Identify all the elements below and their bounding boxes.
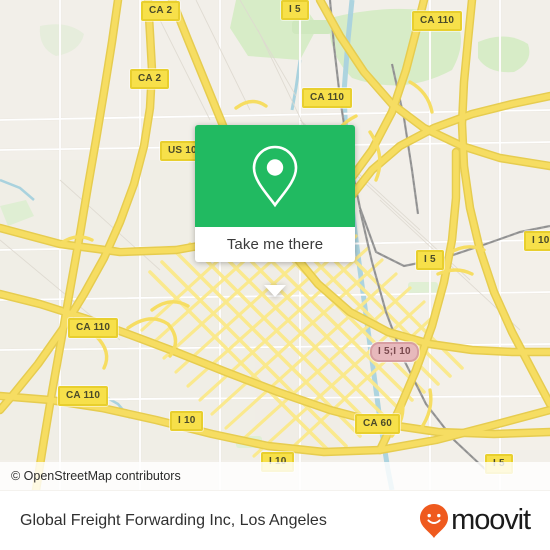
moovit-location-map-screen: .mw{stroke:#f6dd62;stroke-linecap:round;… bbox=[0, 0, 550, 550]
highway-shield: CA 110 bbox=[412, 11, 463, 31]
osm-attribution-text: © OpenStreetMap contributors bbox=[11, 469, 181, 483]
take-me-there-label: Take me there bbox=[226, 236, 324, 253]
highway-shield: I 10 bbox=[524, 231, 550, 251]
highway-shield: I 10 bbox=[170, 411, 204, 431]
footer-bar: Global Freight Forwarding Inc, Los Angel… bbox=[0, 490, 550, 550]
map-pin-icon bbox=[252, 145, 298, 208]
highway-shield: CA 60 bbox=[355, 414, 400, 434]
take-me-there-button[interactable]: Take me there bbox=[195, 227, 355, 262]
moovit-wordmark: moovit bbox=[451, 504, 531, 536]
place-title: Global Freight Forwarding Inc, Los Angel… bbox=[20, 511, 327, 529]
callout-pointer-tail bbox=[264, 285, 286, 297]
callout-pin-panel bbox=[195, 125, 355, 227]
moovit-pin-smile-icon bbox=[420, 503, 449, 538]
moovit-logo[interactable]: moovit bbox=[419, 503, 531, 539]
place-callout-card[interactable]: Take me there bbox=[195, 125, 355, 297]
highway-shield: CA 2 bbox=[141, 1, 181, 21]
highway-shield: CA 110 bbox=[68, 318, 119, 338]
map-attribution-bar: © OpenStreetMap contributors bbox=[0, 462, 550, 490]
highway-shield: CA 2 bbox=[130, 69, 170, 89]
highway-shield: CA 110 bbox=[302, 88, 353, 108]
map-viewport[interactable]: .mw{stroke:#f6dd62;stroke-linecap:round;… bbox=[0, 0, 550, 490]
highway-shield: CA 110 bbox=[58, 386, 109, 406]
highway-shield: I 5 bbox=[416, 250, 444, 270]
highway-shield: I 5;I 10 bbox=[370, 342, 419, 362]
highway-shield: I 5 bbox=[281, 0, 309, 20]
